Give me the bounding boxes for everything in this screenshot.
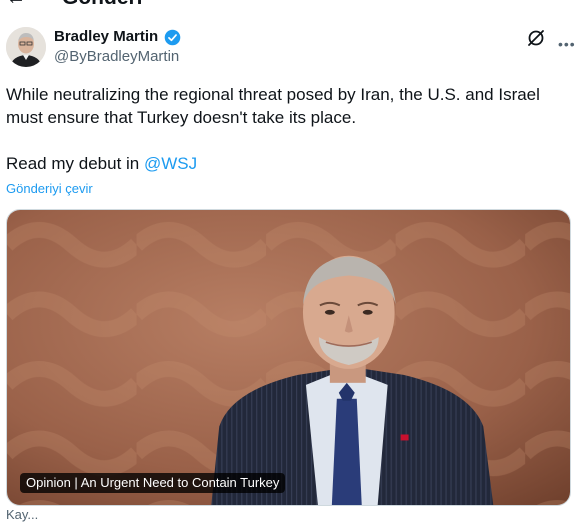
tweet-text: While neutralizing the regional threat p…: [6, 85, 540, 127]
grok-icon[interactable]: [526, 28, 546, 48]
translate-link[interactable]: Gönderiyi çevir: [6, 181, 93, 197]
verified-badge-icon: [164, 29, 181, 46]
author-handle[interactable]: @ByBradleyMartin: [54, 48, 179, 66]
debut-prefix: Read my debut in: [6, 154, 144, 173]
more-options-icon[interactable]: •••: [558, 36, 576, 52]
mention-link[interactable]: @WSJ: [144, 154, 197, 173]
tweet-debut-line: Read my debut in @WSJ: [6, 152, 576, 175]
link-card[interactable]: Opinion | An Urgent Need to Contain Turk…: [6, 209, 571, 506]
page-title: Gönderi: [62, 0, 143, 10]
arrow-left-icon[interactable]: ←: [6, 0, 26, 10]
avatar[interactable]: [6, 27, 46, 67]
avatar-photo: [6, 27, 46, 67]
top-bar: ← Gönderi: [0, 0, 587, 10]
author-name[interactable]: Bradley Martin: [54, 28, 158, 46]
tweet-body: While neutralizing the regional threat p…: [6, 83, 576, 175]
footer-cut-text: Kay...: [6, 507, 39, 522]
card-image: [7, 210, 570, 505]
card-title-label: Opinion | An Urgent Need to Contain Turk…: [20, 473, 286, 493]
